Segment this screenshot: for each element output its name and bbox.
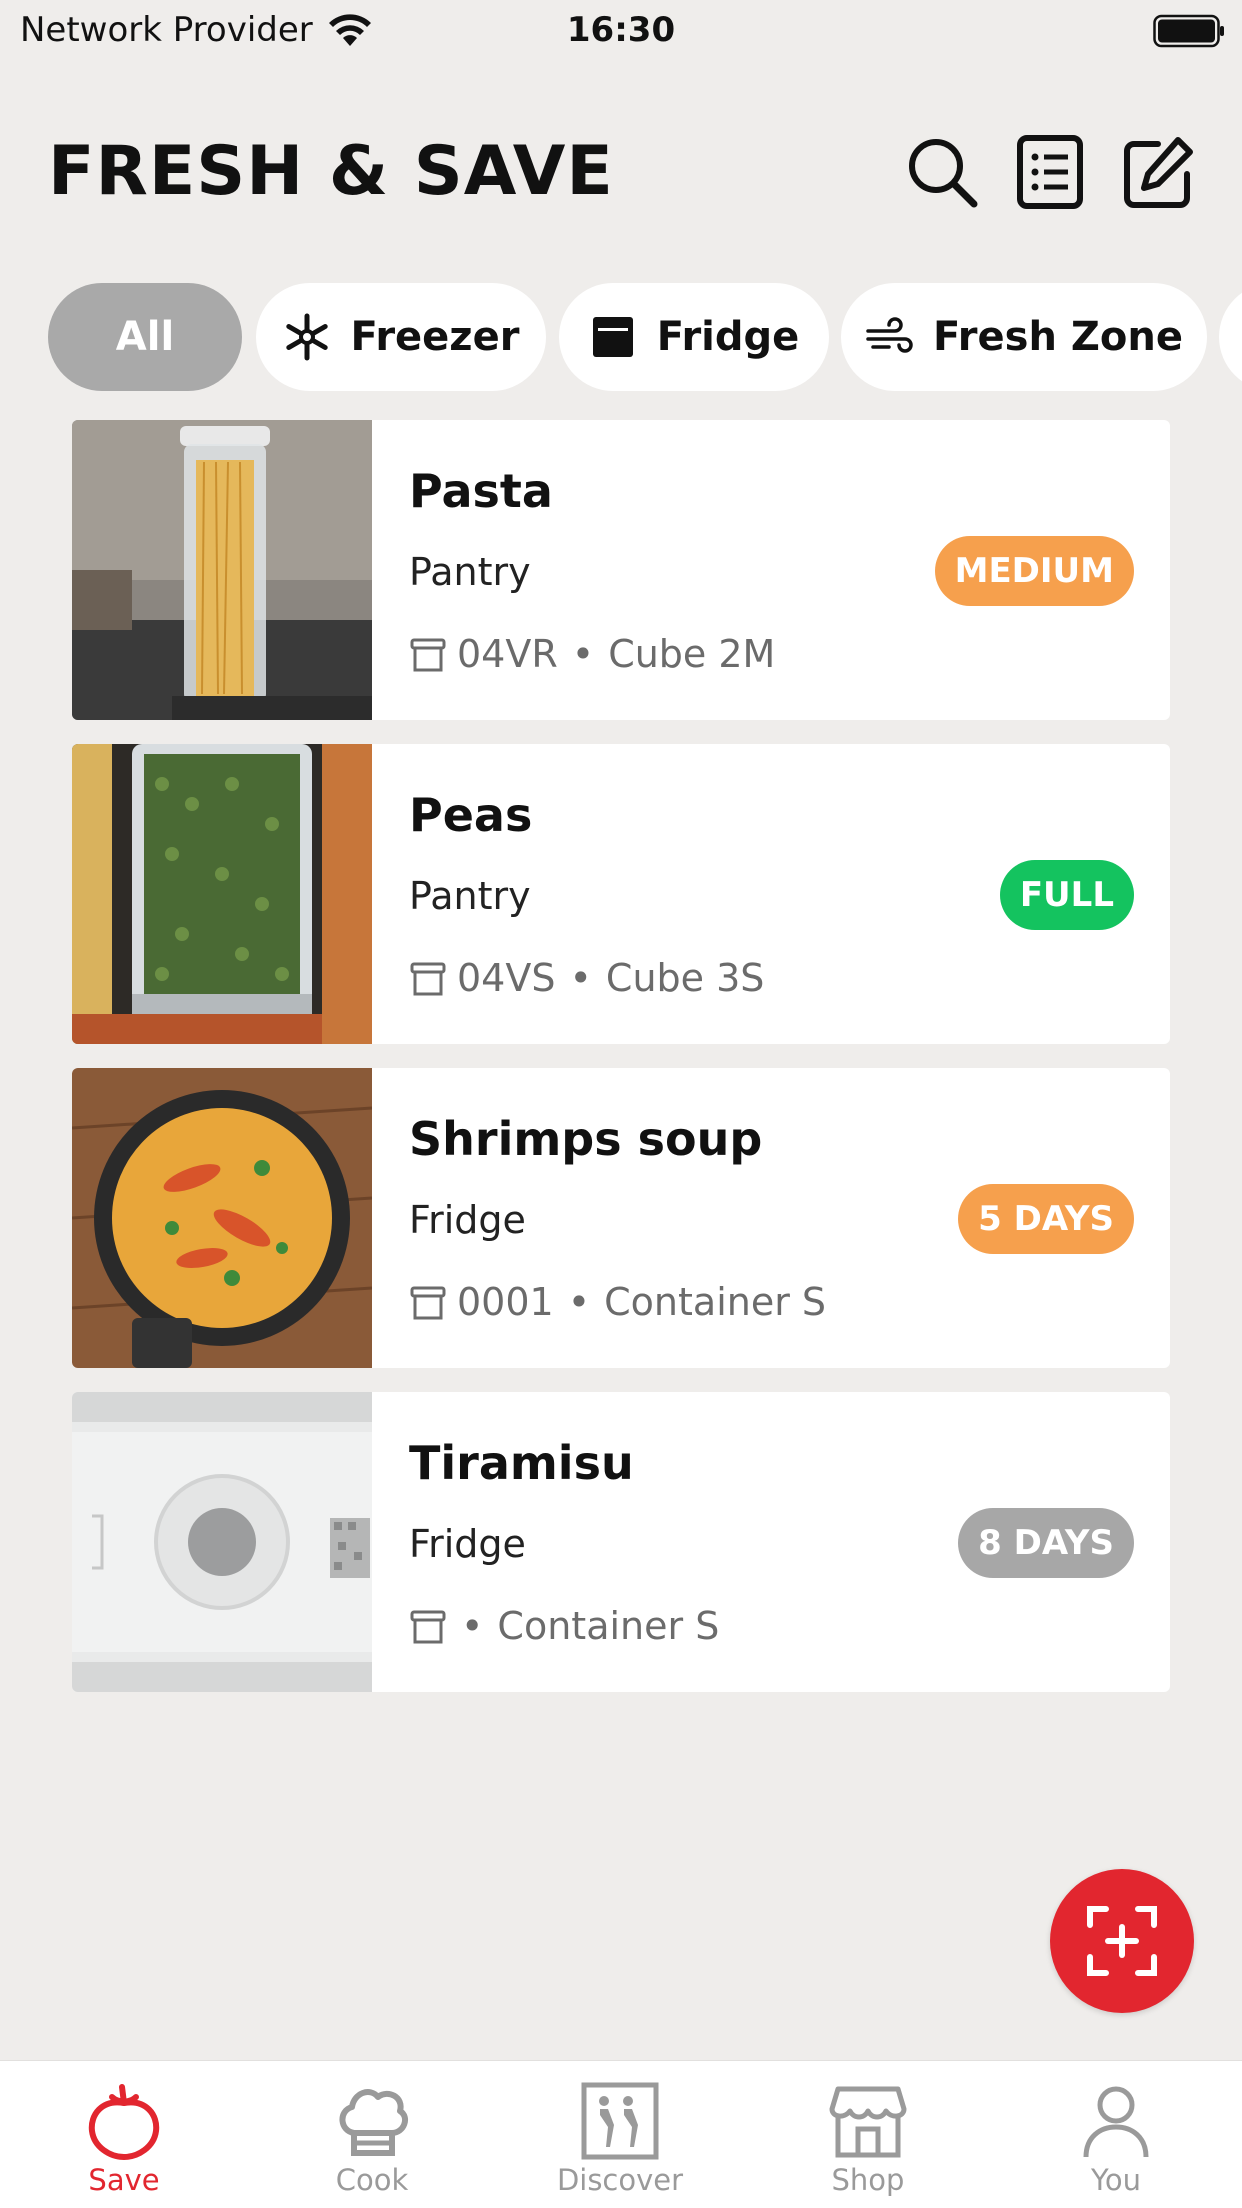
edit-icon[interactable] bbox=[1118, 132, 1198, 212]
item-container-type: Container S bbox=[604, 1280, 827, 1324]
filter-chip-label: Fresh Zone bbox=[933, 314, 1183, 360]
item-location: Fridge bbox=[409, 1522, 526, 1566]
item-container-type: Cube 2M bbox=[608, 632, 776, 676]
search-icon[interactable] bbox=[902, 132, 982, 212]
item-container-type: Cube 3S bbox=[605, 956, 765, 1000]
tab-cook[interactable]: Cook bbox=[248, 2061, 496, 2208]
tab-label: You bbox=[1091, 2163, 1141, 2197]
filter-chip-more[interactable] bbox=[1219, 283, 1242, 391]
item-title: Shrimps soup bbox=[409, 1112, 763, 1166]
list-item[interactable]: Shrimps soup Fridge 0001 • Container S 5… bbox=[72, 1068, 1170, 1368]
filter-chip-all[interactable]: All bbox=[48, 283, 242, 391]
list-item[interactable]: Tiramisu Fridge • Container S 8 DAYS bbox=[72, 1392, 1170, 1692]
item-location: Pantry bbox=[409, 550, 531, 594]
item-location: Fridge bbox=[409, 1198, 526, 1242]
tab-discover[interactable]: Discover bbox=[496, 2061, 744, 2208]
item-location: Pantry bbox=[409, 874, 531, 918]
status-bar: Network Provider 16:30 bbox=[0, 0, 1242, 62]
filter-chip-freezer[interactable]: Freezer bbox=[256, 283, 546, 391]
container-icon bbox=[410, 638, 446, 672]
filter-chip-label: All bbox=[115, 314, 175, 360]
page-title: FRESH & SAVE bbox=[48, 132, 614, 211]
tab-you[interactable]: You bbox=[992, 2061, 1240, 2208]
item-container-info: 0001 • Container S bbox=[409, 1280, 826, 1324]
item-title: Tiramisu bbox=[409, 1436, 634, 1490]
status-badge: MEDIUM bbox=[934, 536, 1134, 606]
filter-chip-fresh-zone[interactable]: Fresh Zone bbox=[841, 283, 1207, 391]
wind-icon bbox=[866, 317, 913, 353]
item-container-type: Container S bbox=[497, 1604, 720, 1648]
status-badge: 5 DAYS bbox=[958, 1184, 1134, 1254]
chef-hat-icon bbox=[339, 2089, 409, 2156]
tab-label: Discover bbox=[556, 2163, 684, 2197]
filter-chips: All Freezer Fridge Fresh Zone bbox=[48, 283, 1242, 391]
item-title: Peas bbox=[409, 788, 533, 842]
tab-bar: Save Cook Discover Shop You bbox=[0, 2060, 1242, 2208]
tab-label: Shop bbox=[831, 2163, 905, 2197]
item-container-info: 04VR • Cube 2M bbox=[409, 632, 775, 676]
scan-button[interactable] bbox=[1050, 1869, 1194, 2013]
bullet-separator: • bbox=[569, 956, 592, 1000]
container-icon bbox=[410, 962, 446, 996]
list-item[interactable]: Peas Pantry 04VS • Cube 3S FULL bbox=[72, 744, 1170, 1044]
tab-label: Save bbox=[88, 2163, 160, 2197]
filter-chip-label: Fridge bbox=[656, 314, 800, 360]
container-icon bbox=[410, 1610, 446, 1644]
bullet-separator: • bbox=[571, 632, 595, 676]
brand-logo-icon bbox=[581, 2082, 659, 2160]
item-code: 0001 bbox=[457, 1280, 554, 1324]
tab-label: Cook bbox=[335, 2163, 409, 2197]
filter-chip-fridge[interactable]: Fridge bbox=[559, 283, 829, 391]
filter-chip-label: Freezer bbox=[350, 314, 520, 360]
bullet-separator: • bbox=[461, 1604, 484, 1648]
list-item[interactable]: Pasta Pantry 04VR • Cube 2M MEDIUM bbox=[72, 420, 1170, 720]
clock: 16:30 bbox=[566, 10, 676, 50]
item-thumbnail bbox=[72, 1068, 372, 1368]
item-container-info: 04VS • Cube 3S bbox=[409, 956, 764, 1000]
item-thumbnail bbox=[72, 420, 372, 720]
item-thumbnail bbox=[72, 744, 372, 1044]
tab-save[interactable]: Save bbox=[0, 2061, 248, 2208]
status-badge: FULL bbox=[999, 860, 1134, 930]
scan-plus-icon bbox=[1087, 1906, 1157, 1976]
item-thumbnail bbox=[72, 1392, 372, 1692]
user-icon bbox=[1083, 2086, 1149, 2158]
item-title: Pasta bbox=[409, 464, 553, 518]
bullet-separator: • bbox=[567, 1280, 591, 1324]
container-icon bbox=[410, 1286, 446, 1320]
status-badge: 8 DAYS bbox=[958, 1508, 1134, 1578]
store-icon bbox=[829, 2086, 907, 2158]
item-code: 04VR bbox=[457, 632, 558, 676]
tab-shop[interactable]: Shop bbox=[744, 2061, 992, 2208]
item-code: 04VS bbox=[457, 956, 556, 1000]
list-icon[interactable] bbox=[1010, 132, 1090, 212]
fridge-icon bbox=[592, 317, 633, 357]
snowflake-icon bbox=[285, 313, 328, 361]
tomato-icon bbox=[88, 2084, 160, 2161]
item-container-info: • Container S bbox=[409, 1604, 719, 1648]
battery-icon bbox=[1153, 14, 1225, 48]
